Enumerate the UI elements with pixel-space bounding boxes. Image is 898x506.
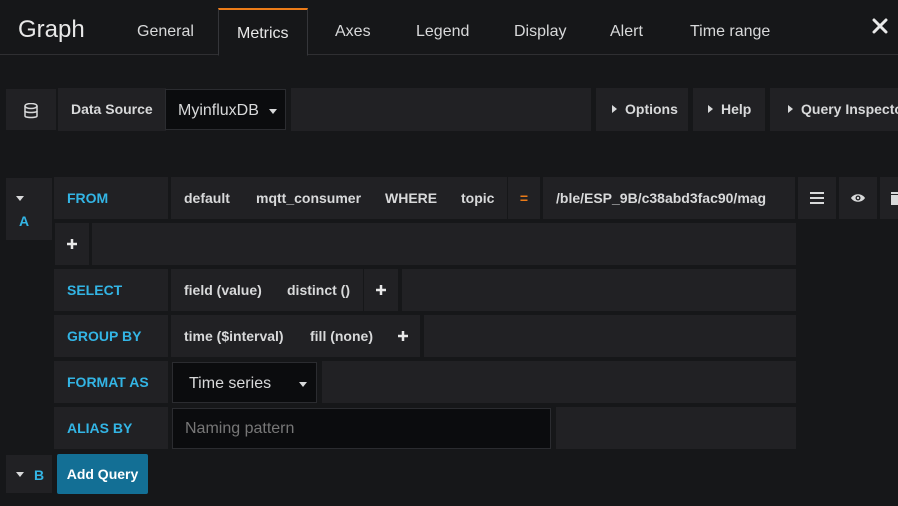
trash-icon — [891, 192, 898, 205]
tab-alert[interactable]: Alert — [592, 8, 661, 55]
select-function-segment[interactable]: distinct () — [274, 269, 363, 311]
datasource-spacer — [291, 88, 591, 131]
collapse-icon[interactable] — [16, 196, 24, 201]
alias-by-keyword: ALIAS BY — [54, 407, 168, 449]
retention-policy-segment[interactable]: default — [171, 177, 243, 219]
group-fill-segment[interactable]: fill (none) — [297, 315, 386, 357]
alias-input[interactable] — [172, 408, 551, 449]
format-select[interactable]: Time series — [172, 362, 317, 403]
datasource-label: Data Source — [58, 88, 166, 131]
plus-icon — [398, 331, 408, 341]
plus-icon — [67, 239, 77, 249]
query-b-letter: B — [34, 467, 45, 483]
tab-metrics[interactable]: Metrics — [218, 8, 308, 56]
group-row-filler — [424, 315, 796, 357]
toggle-visibility-button[interactable] — [839, 177, 877, 219]
add-where-button[interactable] — [55, 223, 89, 265]
group-by-keyword: GROUP BY — [54, 315, 168, 357]
caret-right-icon — [708, 105, 713, 113]
add-group-by-button[interactable] — [386, 315, 420, 357]
where-keyword: WHERE — [372, 177, 451, 219]
panel-title: Graph — [18, 16, 85, 43]
chevron-down-icon — [299, 382, 307, 387]
caret-right-icon — [788, 105, 793, 113]
from-keyword: FROM — [54, 177, 168, 219]
plus-icon — [376, 285, 386, 295]
query-inspector-button[interactable]: Query Inspector — [770, 88, 898, 131]
operator-segment[interactable]: = — [508, 177, 540, 219]
close-icon[interactable] — [872, 18, 888, 34]
editor-header: Graph General Metrics Axes Legend Displa… — [0, 0, 898, 56]
tab-legend[interactable]: Legend — [398, 8, 487, 55]
select-field-segment[interactable]: field (value) — [171, 269, 275, 311]
help-label: Help — [721, 101, 752, 117]
group-time-segment[interactable]: time ($interval) — [171, 315, 297, 357]
tag-key-segment[interactable]: topic — [448, 177, 508, 219]
tab-general[interactable]: General — [119, 8, 212, 55]
options-button[interactable]: Options — [596, 88, 688, 131]
format-as-keyword: FORMAT AS — [54, 361, 168, 403]
format-row-filler — [322, 361, 796, 403]
add-select-button[interactable] — [364, 269, 398, 311]
measurement-segment[interactable]: mqtt_consumer — [243, 177, 375, 219]
select-row-filler — [402, 269, 796, 311]
tab-display[interactable]: Display — [496, 8, 584, 55]
tab-axes[interactable]: Axes — [317, 8, 389, 55]
query-inspector-label: Query Inspector — [801, 101, 898, 117]
alias-row-filler — [556, 407, 796, 449]
query-menu-button[interactable] — [798, 177, 836, 219]
add-query-button[interactable]: Add Query — [57, 454, 148, 494]
from-row-filler — [92, 223, 796, 265]
tab-time-range[interactable]: Time range — [672, 8, 788, 55]
chevron-down-icon — [269, 109, 277, 114]
options-label: Options — [625, 101, 678, 117]
database-icon-box — [5, 88, 57, 131]
help-button[interactable]: Help — [693, 88, 765, 131]
query-b-header[interactable]: B — [5, 454, 53, 494]
tag-value-segment[interactable]: /ble/ESP_9B/c38abd3fac90/mag — [543, 177, 795, 219]
database-icon — [24, 103, 38, 119]
datasource-value: MyinfluxDB — [178, 102, 259, 119]
datasource-select[interactable]: MyinfluxDB — [165, 89, 286, 130]
hamburger-icon — [810, 192, 824, 204]
delete-query-button[interactable] — [880, 177, 898, 219]
query-a-header[interactable]: A — [5, 177, 53, 241]
caret-right-icon — [612, 105, 617, 113]
collapse-icon[interactable] — [16, 472, 24, 477]
query-a-letter: A — [19, 213, 30, 229]
format-value: Time series — [189, 375, 272, 392]
eye-icon — [851, 194, 865, 202]
select-keyword: SELECT — [54, 269, 168, 311]
